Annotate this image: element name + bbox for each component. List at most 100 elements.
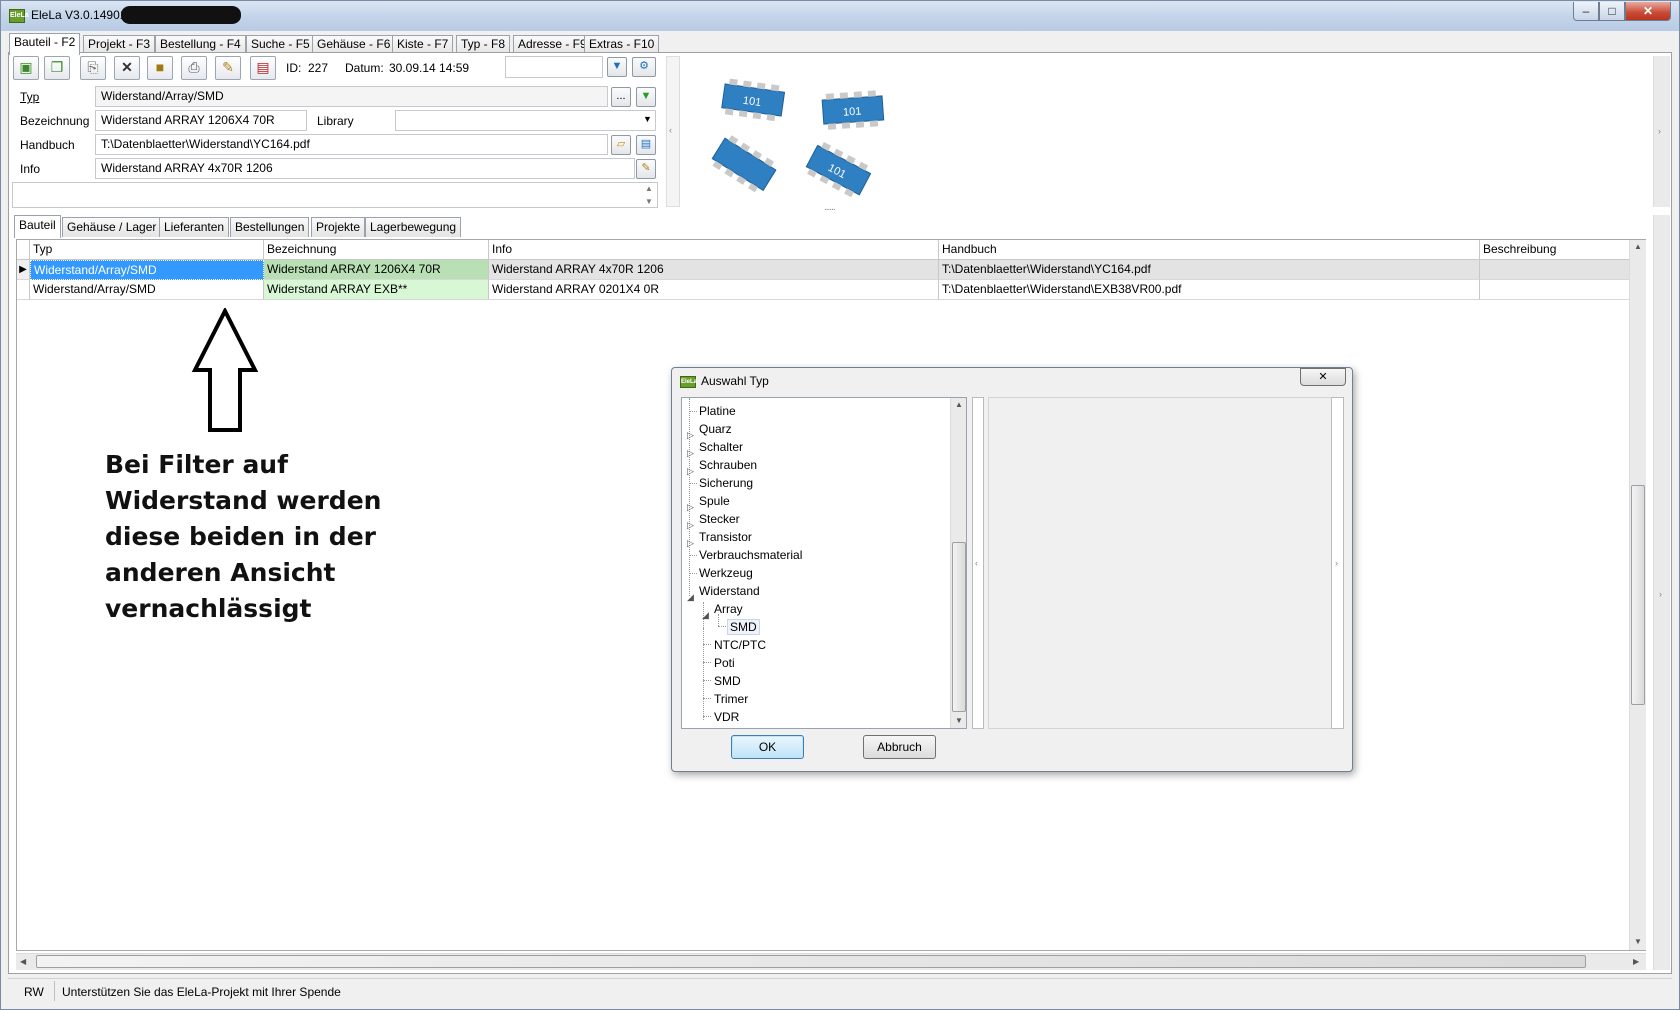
pdf-icon[interactable]: ▤ <box>250 56 276 80</box>
table-cell-typ[interactable]: Widerstand/Array/SMD <box>30 260 264 280</box>
tree-collapse-icon[interactable]: ◢ <box>687 592 694 603</box>
print-icon[interactable]: ⎙ <box>181 56 207 80</box>
image-splitter-handle[interactable]: ...... <box>824 202 836 213</box>
subtab-gehaeuse-lager[interactable]: Gehäuse / Lager <box>62 217 162 237</box>
filter-icon[interactable]: ▼ <box>607 57 627 77</box>
tree-item-schrauben[interactable]: Schrauben <box>699 458 757 472</box>
detail-scrollbar[interactable]: › <box>1331 397 1344 729</box>
tree-expand-icon[interactable]: ▷ <box>687 520 694 531</box>
table-cell-bezeichnung[interactable]: Widerstand ARRAY EXB** <box>264 280 489 300</box>
typ-filter-icon[interactable]: ▼ <box>636 87 656 107</box>
tab-bauteil[interactable]: Bauteil - F2 <box>9 33 81 55</box>
annotation-text: Bei Filter auf Widerstand werden diese b… <box>105 450 382 623</box>
ok-button[interactable]: OK <box>731 735 804 759</box>
grid-horizontal-scrollbar[interactable]: ◀ ▶ <box>16 953 1646 970</box>
part-image: 101 101 101 ...... <box>683 56 1653 213</box>
col-header-typ[interactable]: Typ <box>30 240 264 260</box>
tree-item-platine[interactable]: Platine <box>699 404 736 418</box>
memo-scroll-up-icon[interactable]: ▲ <box>645 184 653 193</box>
subtab-projekte[interactable]: Projekte <box>311 217 366 237</box>
table-cell-info[interactable]: Widerstand ARRAY 0201X4 0R <box>489 280 939 300</box>
library-select[interactable] <box>395 110 656 131</box>
scroll-down-icon[interactable]: ▼ <box>1634 937 1642 946</box>
abbruch-button[interactable]: Abbruch <box>863 735 936 759</box>
folder-icon[interactable]: ▱ <box>611 135 631 155</box>
delete-icon[interactable]: ✕ <box>114 56 140 80</box>
scroll-left-icon[interactable]: ◀ <box>20 957 26 966</box>
tree-scroll-thumb[interactable] <box>952 542 966 712</box>
col-header-handbuch[interactable]: Handbuch <box>939 240 1480 260</box>
tree-expand-icon[interactable]: ▷ <box>687 502 694 513</box>
table-cell-beschreibung[interactable] <box>1480 280 1630 300</box>
subtab-bestellungen[interactable]: Bestellungen <box>230 217 310 237</box>
info-edit-icon[interactable]: ✎ <box>636 159 656 179</box>
scroll-up-icon[interactable]: ▲ <box>955 400 963 409</box>
tree-item-ntc-ptc[interactable]: NTC/PTC <box>714 638 766 652</box>
bezeichnung-field[interactable]: Widerstand ARRAY 1206X4 70R <box>95 110 307 131</box>
typ-label: Typ <box>20 90 40 104</box>
maximize-button[interactable]: □ <box>1599 2 1625 21</box>
tree-expand-icon[interactable]: ▷ <box>687 538 694 549</box>
tree-item-schalter[interactable]: Schalter <box>699 440 743 454</box>
grid-vscroll-thumb[interactable] <box>1631 485 1645 705</box>
col-header-info[interactable]: Info <box>489 240 939 260</box>
vertical-splitter[interactable]: ‹ <box>666 56 680 207</box>
tree-item-transistor[interactable]: Transistor <box>699 530 752 544</box>
grid-vertical-scrollbar[interactable]: ▲ ▼ <box>1629 240 1646 950</box>
new-icon[interactable]: ▣ <box>13 56 39 80</box>
tree-item-spule[interactable]: Spule <box>699 494 730 508</box>
dialog-close-button[interactable]: ✕ <box>1300 368 1346 386</box>
col-header-bezeichnung[interactable]: Bezeichnung <box>264 240 489 260</box>
typ-field[interactable]: Widerstand/Array/SMD <box>95 86 608 107</box>
tree-item-werkzeug[interactable]: Werkzeug <box>699 566 753 580</box>
tree-scrollbar[interactable]: ▲ ▼ <box>950 398 966 728</box>
table-cell-handbuch[interactable]: T:\Datenblaetter\Widerstand\EXB38VR00.pd… <box>939 280 1480 300</box>
tree-expand-icon[interactable]: ▷ <box>687 430 694 441</box>
handbuch-field[interactable]: T:\Datenblaetter\Widerstand\YC164.pdf <box>95 134 608 155</box>
subtab-lieferanten[interactable]: Lieferanten <box>159 217 230 237</box>
tree-item-poti[interactable]: Poti <box>714 656 735 670</box>
tree-item-quarz[interactable]: Quarz <box>699 422 732 436</box>
grid-hscroll-thumb[interactable] <box>36 955 1586 968</box>
app-icon: EleLa <box>9 9 29 23</box>
dialog-splitter[interactable]: ‹ <box>972 397 984 729</box>
tree-item-stecker[interactable]: Stecker <box>699 512 740 526</box>
subtab-lagerbewegung[interactable]: Lagerbewegung <box>365 217 462 237</box>
tree-item-array[interactable]: Array <box>714 602 743 616</box>
minimize-button[interactable]: – <box>1573 2 1599 21</box>
tree-expand-icon[interactable]: ▷ <box>687 466 694 477</box>
info-field[interactable]: Widerstand ARRAY 4x70R 1206 <box>95 158 635 179</box>
tree-item-array-smd-selected[interactable]: SMD <box>727 619 760 635</box>
table-cell-beschreibung[interactable] <box>1480 260 1630 280</box>
close-window-button[interactable]: ✕ <box>1625 2 1671 21</box>
memo-field[interactable] <box>12 182 658 208</box>
table-cell-typ[interactable]: Widerstand/Array/SMD <box>30 280 264 300</box>
box-icon[interactable]: ■ <box>147 56 173 80</box>
table-cell-info[interactable]: Widerstand ARRAY 4x70R 1206 <box>489 260 939 280</box>
table-cell-bezeichnung[interactable]: Widerstand ARRAY 1206X4 70R <box>264 260 489 280</box>
filter-settings-icon[interactable]: ⚙ <box>632 57 656 77</box>
tree-item-sicherung[interactable]: Sicherung <box>699 476 753 490</box>
image-scrollbar[interactable]: › <box>1653 56 1670 207</box>
copy-icon[interactable]: ❐ <box>44 56 70 80</box>
filter-input[interactable] <box>505 56 603 78</box>
tree-item-trimer[interactable]: Trimer <box>714 692 748 706</box>
tree-collapse-icon[interactable]: ◢ <box>702 610 709 621</box>
scroll-right-icon[interactable]: ▶ <box>1633 957 1639 966</box>
memo-scroll-down-icon[interactable]: ▼ <box>645 197 653 206</box>
tree-item-vdr[interactable]: VDR <box>714 710 739 724</box>
tree-item-smd[interactable]: SMD <box>714 674 741 688</box>
tree-item-widerstand[interactable]: Widerstand <box>699 584 760 598</box>
duplicate-icon[interactable]: ⎘ <box>80 56 106 80</box>
tree-item-verbrauchsmaterial[interactable]: Verbrauchsmaterial <box>699 548 802 562</box>
scroll-down-icon[interactable]: ▼ <box>955 716 963 725</box>
window-vertical-scrollbar[interactable]: › <box>1653 215 1670 970</box>
scroll-up-icon[interactable]: ▲ <box>1634 242 1642 251</box>
edit-icon[interactable]: ✎ <box>215 56 241 80</box>
open-document-icon[interactable]: ▤ <box>636 135 656 155</box>
tree-expand-icon[interactable]: ▷ <box>687 448 694 459</box>
col-header-beschreibung[interactable]: Beschreibung <box>1480 240 1630 260</box>
typ-browse-button[interactable]: ... <box>611 87 631 107</box>
table-cell-handbuch[interactable]: T:\Datenblaetter\Widerstand\YC164.pdf <box>939 260 1480 280</box>
subtab-bauteil[interactable]: Bauteil <box>14 215 61 238</box>
